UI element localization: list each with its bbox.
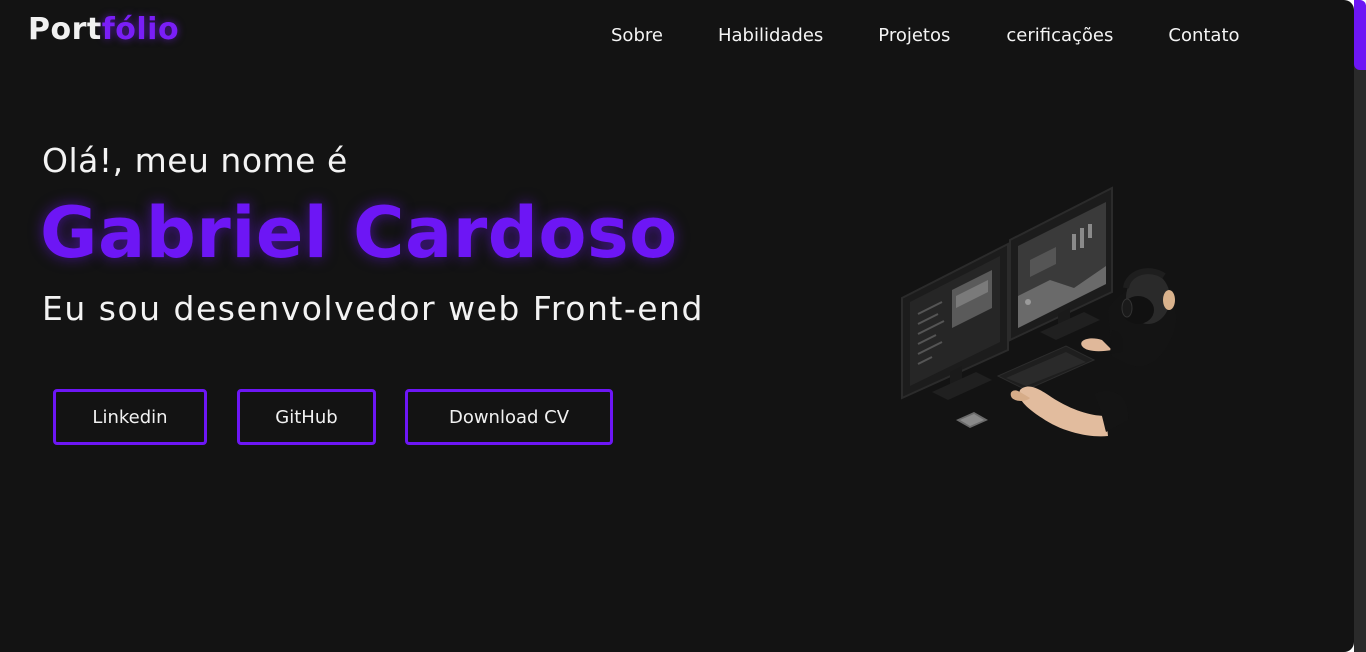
logo[interactable]: Portfólio — [28, 12, 179, 47]
nav-link-habilidades[interactable]: Habilidades — [718, 24, 823, 50]
hero-name: Gabriel Cardoso — [40, 192, 678, 274]
github-button[interactable]: GitHub — [237, 389, 376, 445]
nav-link-projetos[interactable]: Projetos — [878, 24, 950, 50]
nav-link-sobre[interactable]: Sobre — [611, 24, 663, 50]
hero-greeting: Olá!, meu nome é — [42, 141, 348, 180]
scrollbar-track[interactable] — [1354, 60, 1366, 652]
logo-part-2: fólio — [101, 12, 180, 47]
hero-role: Eu sou desenvolvedor web Front-end — [42, 289, 704, 328]
logo-part-1: Port — [28, 12, 102, 47]
developer-at-computer-illustration — [901, 186, 1177, 437]
page-viewport: Portfólio Sobre Habilidades Projetos cer… — [0, 0, 1354, 652]
linkedin-button[interactable]: Linkedin — [53, 389, 207, 445]
nav-link-certificacoes[interactable]: cerificações — [1006, 24, 1113, 50]
main-nav: Sobre Habilidades Projetos cerificações … — [611, 24, 1240, 50]
scrollbar-thumb[interactable] — [1354, 0, 1366, 70]
nav-link-contato[interactable]: Contato — [1168, 24, 1239, 50]
download-cv-button[interactable]: Download CV — [405, 389, 613, 445]
